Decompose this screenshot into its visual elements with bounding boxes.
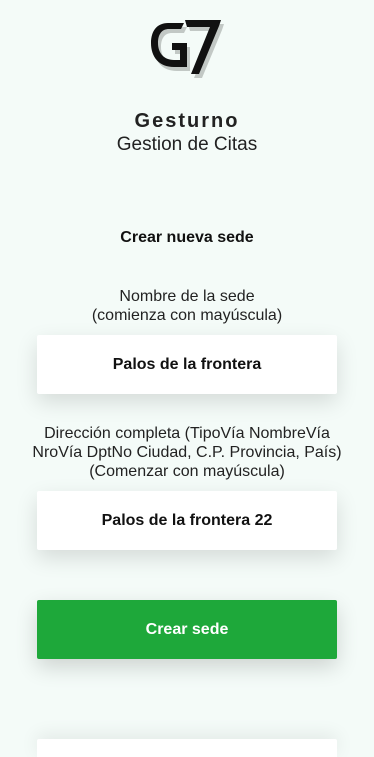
address-field-label: Dirección completa (TipoVía NombreVía Nr… [32,425,342,480]
app-name: Gesturno [134,110,240,132]
app-subtitle: Gestion de Citas [116,134,258,155]
create-sede-button[interactable]: Crear sede [37,600,337,659]
form-title: Crear nueva sede [120,229,254,246]
name-field-label: Nombre de la sede (comienza con mayúscul… [30,287,344,325]
name-input[interactable] [37,335,337,394]
name-label-line1: Nombre de la sede [119,288,255,305]
address-input[interactable] [37,491,337,550]
name-label-line2: (comienza con mayúscula) [91,307,283,324]
next-card [37,739,337,757]
g7-logo-icon [151,20,224,78]
